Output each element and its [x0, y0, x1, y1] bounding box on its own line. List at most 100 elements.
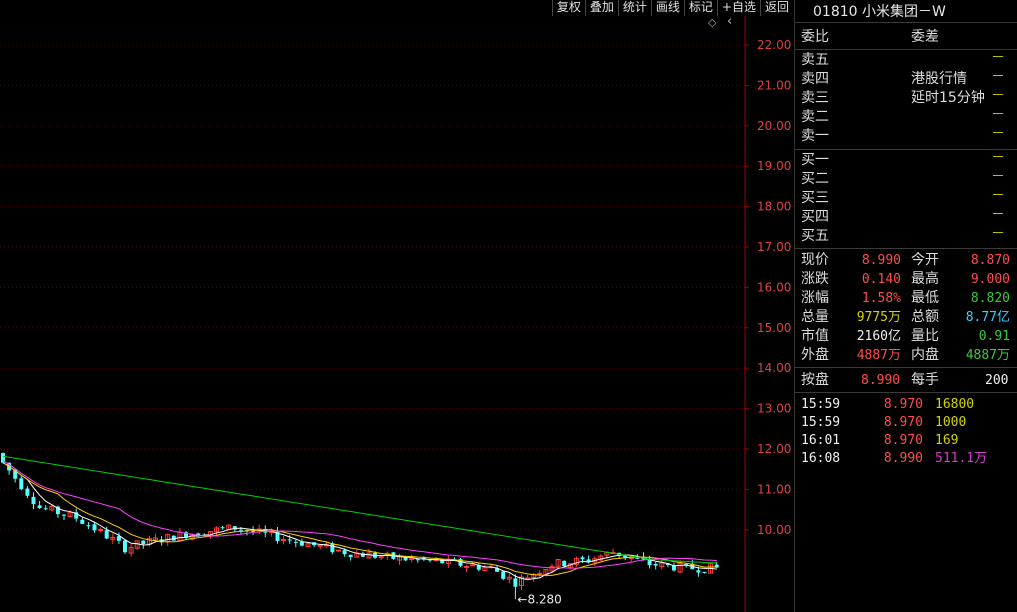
candle-body: [62, 514, 66, 516]
quote-value: 8.77亿: [965, 310, 1010, 325]
candle-body: [464, 565, 470, 568]
candle-body: [403, 557, 408, 561]
candle-body: [378, 556, 384, 559]
weibi-label: 委比: [801, 29, 829, 45]
candle-body: [562, 560, 567, 566]
buy-level-value: －: [991, 150, 1005, 166]
collapse-panel-icon[interactable]: ‹: [727, 14, 732, 29]
kline-chart[interactable]: 22.00 21.00 20.00 19.00 18.00 17.00 16.00 15.00…: [0, 0, 793, 612]
mark-button[interactable]: 标记: [683, 0, 717, 16]
candle-body: [409, 558, 415, 561]
candle-body: [19, 478, 24, 490]
tick-volume: 169: [935, 433, 959, 448]
y-axis-tick-label: 14.00: [757, 361, 791, 375]
tick-time: 15:59: [801, 397, 841, 412]
stock-title: 01810 小米集团－W: [813, 4, 946, 20]
tick-volume: 1000: [935, 415, 967, 430]
sell-level-value: －: [991, 107, 1005, 123]
candle-body: [123, 540, 127, 553]
candle-body: [86, 525, 91, 527]
quote-value: 9775万: [856, 310, 901, 325]
draw-line-button[interactable]: 画线: [650, 0, 684, 16]
y-axis-tick-label: 17.00: [757, 240, 791, 254]
y-axis-tick-label: 16.00: [757, 280, 791, 294]
chart-toolbar: 复权 叠加 统计 画线 标记 +自选 返回: [551, 0, 793, 16]
kline-chart-area[interactable]: 22.00 21.00 20.00 19.00 18.00 17.00 16.00 15.00…: [0, 0, 793, 612]
buy-level-value: －: [991, 207, 1005, 223]
candle-body: [220, 527, 225, 529]
tick-time: 15:59: [801, 415, 841, 430]
quote-value: 9.000: [970, 272, 1010, 287]
diamond-icon[interactable]: ◇: [708, 16, 716, 29]
y-axis-tick-label: 20.00: [757, 119, 791, 133]
sell-level-label: 卖三: [801, 90, 829, 106]
statistics-button[interactable]: 统计: [617, 0, 651, 16]
candle-body: [537, 572, 543, 575]
sell-level-label: 卖四: [801, 71, 829, 87]
sell-level-label: 卖五: [801, 52, 829, 68]
candle-body: [702, 572, 707, 574]
restore-rights-button[interactable]: 复权: [551, 0, 585, 16]
candle-body: [43, 508, 48, 510]
quote-label: 最低: [911, 290, 939, 306]
sell-level-value: －: [991, 126, 1005, 142]
sell-level-value: －: [991, 88, 1005, 104]
y-axis-tick-label: 22.00: [757, 38, 791, 52]
quote-label: 现价: [801, 252, 829, 268]
candle-body: [104, 530, 109, 539]
candle-body: [653, 563, 658, 566]
delay-note: 延时15分钟: [911, 90, 985, 106]
tick-volume: 511.1万: [935, 451, 988, 466]
candle-body: [287, 539, 292, 541]
candle-body: [628, 557, 634, 560]
quote-label: 总量: [801, 309, 829, 325]
buy-level-value: －: [991, 226, 1005, 242]
sell-level-value: －: [991, 50, 1005, 66]
tick-volume: 16800: [935, 397, 975, 412]
back-button[interactable]: 返回: [759, 0, 793, 16]
sell-level-label: 卖二: [801, 109, 829, 125]
add-watchlist-button[interactable]: +自选: [716, 0, 760, 16]
lot-size-label: 每手: [911, 372, 939, 388]
tick-price: 8.990: [883, 451, 923, 466]
candle-body: [238, 529, 243, 531]
candle-body: [31, 496, 36, 505]
tick-price: 8.970: [883, 433, 923, 448]
y-axis-tick-label: 10.00: [757, 523, 791, 537]
y-axis-tick-label: 13.00: [757, 402, 791, 416]
y-axis-tick-label: 18.00: [757, 200, 791, 214]
quote-label: 涨跌: [801, 271, 829, 287]
quote-panel: 01810 小米集团－W 委比 委差 港股行情 延时15分钟 按盘 8.990 …: [794, 0, 1017, 612]
tick-price: 8.970: [883, 397, 923, 412]
quote-value: 8.870: [970, 253, 1010, 268]
y-axis-tick-label: 21.00: [757, 78, 791, 92]
quote-label: 今开: [911, 252, 939, 268]
candle-body: [299, 541, 304, 546]
candle-body: [37, 505, 42, 509]
ma5-line: [2, 462, 717, 581]
tick-price: 8.970: [883, 415, 923, 430]
quote-label: 市值: [801, 328, 829, 344]
quote-value: 4887万: [965, 348, 1010, 363]
anpan-value: 8.990: [861, 373, 901, 388]
buy-level-label: 买二: [801, 171, 829, 187]
buy-level-value: －: [991, 169, 1005, 185]
candle-body: [317, 544, 323, 547]
candle-body: [470, 564, 476, 567]
quote-value: 4887万: [856, 348, 901, 363]
candle-body: [141, 540, 146, 544]
y-axis-tick-label: 19.00: [757, 159, 791, 173]
overlay-button[interactable]: 叠加: [584, 0, 618, 16]
tick-time: 16:01: [801, 433, 841, 448]
candle-body: [635, 557, 640, 559]
quote-label: 内盘: [911, 347, 939, 363]
quote-label: 总额: [911, 309, 939, 325]
weicha-label: 委差: [911, 29, 939, 45]
candle-body: [92, 524, 97, 531]
candle-body: [696, 570, 701, 573]
ma10-line: [2, 462, 717, 576]
candle-body: [336, 549, 341, 552]
y-axis-tick-label: 11.00: [757, 482, 791, 496]
quote-label: 最高: [911, 271, 939, 287]
anpan-label: 按盘: [801, 372, 829, 388]
